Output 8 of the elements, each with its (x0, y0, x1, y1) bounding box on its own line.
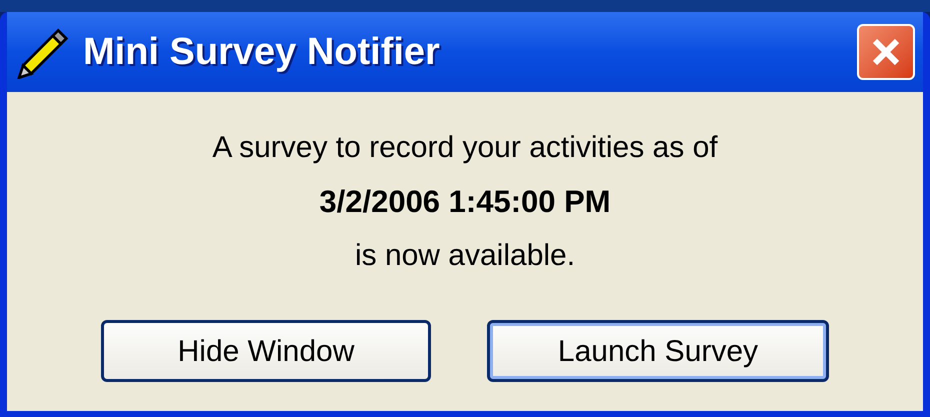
dialog-button[interactable]: Launch Survey (487, 320, 829, 382)
message-text: A survey to record your activities as of (212, 130, 718, 166)
window-title: Mini Survey Notifier (83, 30, 440, 74)
close-button[interactable] (857, 24, 915, 80)
message-text: is now available. (354, 238, 576, 274)
dialog-button[interactable]: Hide Window (101, 320, 431, 382)
close-icon (871, 37, 901, 67)
timestamp-text: 3/2/2006 1:45:00 PM (319, 183, 611, 221)
